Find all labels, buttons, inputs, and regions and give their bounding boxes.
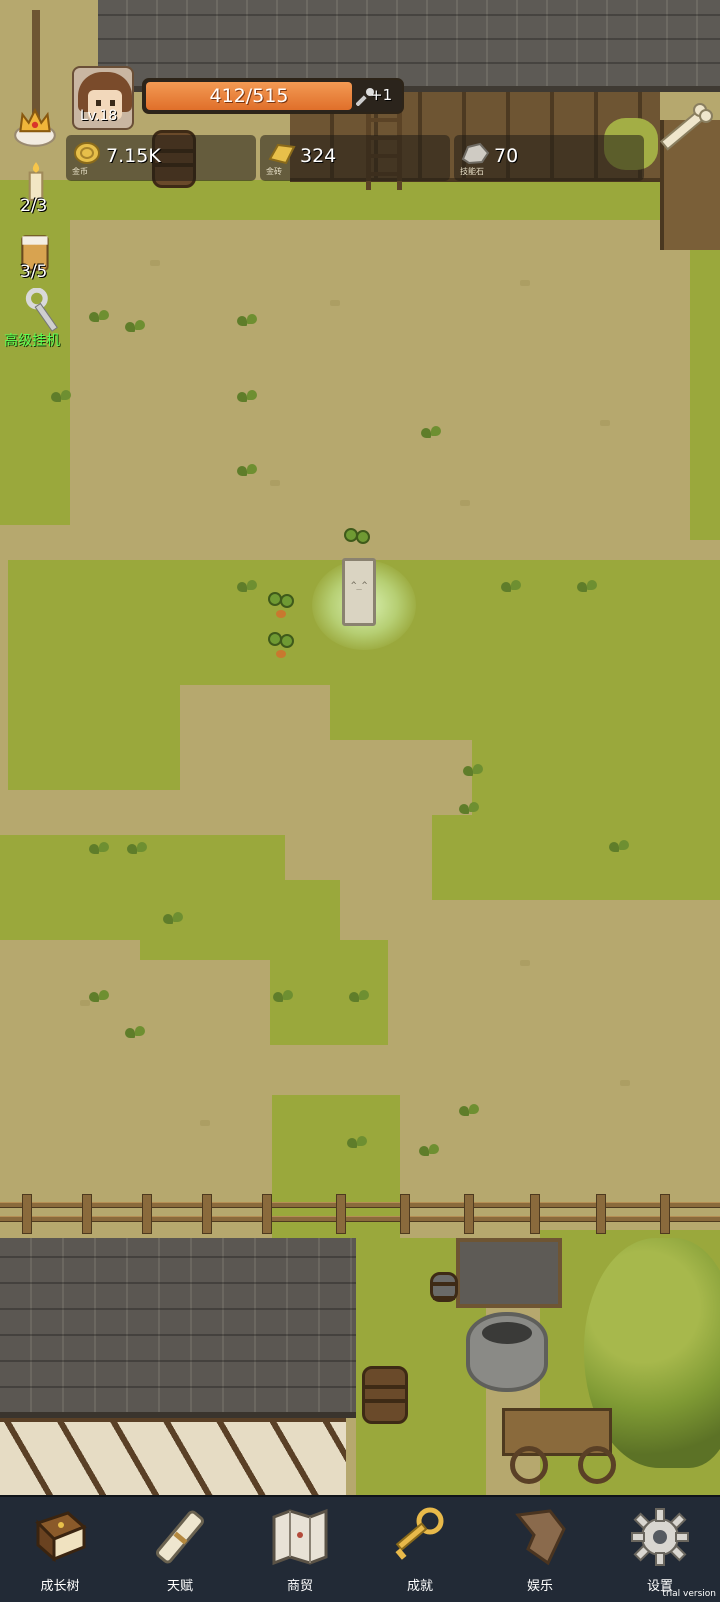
weed (50, 388, 72, 406)
weed (236, 388, 258, 406)
well-roof (456, 1238, 562, 1308)
crop-sprout[interactable] (266, 592, 296, 620)
nav-achievement[interactable]: 成就 (360, 1497, 480, 1602)
cart-wheel (578, 1446, 616, 1484)
weed (500, 578, 522, 596)
gold-value: 7.15K (106, 145, 161, 167)
parchment-icon (515, 1509, 566, 1566)
crop-sprout[interactable] (342, 528, 372, 556)
weed (458, 1102, 480, 1120)
weed (236, 578, 258, 596)
nav-trade[interactable]: 商贸 (240, 1497, 360, 1602)
player-level: Lv.18 (80, 108, 118, 124)
nav-talent[interactable]: 天赋 (120, 1497, 240, 1602)
nav-label: 成长树 (40, 1579, 80, 1594)
gear-icon (631, 1508, 689, 1566)
stone-well (466, 1312, 548, 1392)
weed (88, 308, 110, 326)
gold-coin-icon (74, 142, 100, 164)
gold-bar-icon (268, 143, 296, 165)
weed (418, 1142, 440, 1160)
nav-label: 商贸 (286, 1579, 313, 1594)
grass-patch (8, 680, 180, 790)
skill-stone-icon (461, 142, 490, 165)
weed (458, 800, 480, 818)
weed (576, 578, 598, 596)
tombstone-character[interactable]: ^_^ (342, 558, 376, 626)
hp-regen-label: +1 (370, 86, 393, 104)
map-icon (272, 1508, 328, 1566)
gold-brick-caption: 金砖 (266, 167, 282, 176)
weed (348, 988, 370, 1006)
candle-count: 2/3 (20, 196, 48, 216)
hp-text: 412/515 (209, 85, 289, 107)
gold-caption: 金币 (72, 167, 88, 176)
nav-label: 娱乐 (526, 1579, 553, 1594)
nav-entertainment[interactable]: 娱乐 (480, 1497, 600, 1602)
scroll-icon (156, 1510, 204, 1564)
house-wall (0, 1418, 346, 1495)
weed (124, 318, 146, 336)
book-icon (35, 1511, 87, 1563)
weed (346, 1134, 368, 1152)
weed (126, 840, 148, 858)
wooden-fence (0, 1194, 720, 1234)
bottom-nav: 成长树 天赋 商贸 成就 娱乐 设置 trial version (0, 1495, 720, 1602)
grass-patch (472, 740, 720, 820)
weed (272, 988, 294, 1006)
grass-patch (0, 180, 720, 220)
bone-icon[interactable] (650, 100, 714, 164)
beer-count: 3/5 (20, 262, 48, 282)
skill-stone-value: 70 (494, 145, 519, 167)
weed (124, 1024, 146, 1042)
crown-icon[interactable] (12, 104, 58, 150)
skill-stone-counter[interactable]: 70 技能石 (454, 135, 644, 181)
nav-label: 成就 (406, 1579, 433, 1594)
crop-sprout[interactable] (266, 632, 296, 660)
water-bucket (430, 1272, 458, 1302)
nav-settings[interactable]: 设置 (600, 1497, 720, 1602)
weed (608, 838, 630, 856)
trial-watermark: trial version (662, 1589, 716, 1599)
barrel (362, 1366, 408, 1424)
weed (462, 762, 484, 780)
nav-growth-tree[interactable]: 成长树 (0, 1497, 120, 1602)
grass-patch (690, 240, 720, 540)
weed (88, 840, 110, 858)
weed (420, 424, 442, 442)
gold-brick-value: 324 (300, 145, 337, 167)
gold-counter[interactable]: 7.15K 金币 (66, 135, 256, 181)
nav-label: 天赋 (166, 1579, 193, 1594)
cart-wheel (510, 1446, 548, 1484)
weed (162, 910, 184, 928)
weed (236, 462, 258, 480)
grass-patch (330, 680, 720, 740)
wrench-icon[interactable] (20, 288, 62, 334)
grass-patch (432, 815, 720, 900)
gold-brick-counter[interactable]: 324 金砖 (260, 135, 450, 181)
idle-label[interactable]: 高级挂机 (4, 330, 60, 350)
game-field[interactable]: ^_^ (0, 0, 720, 1495)
weed (236, 312, 258, 330)
key-icon (395, 1507, 444, 1560)
weed (88, 988, 110, 1006)
house-roof (0, 1238, 356, 1418)
skill-stone-caption: 技能石 (460, 167, 484, 176)
